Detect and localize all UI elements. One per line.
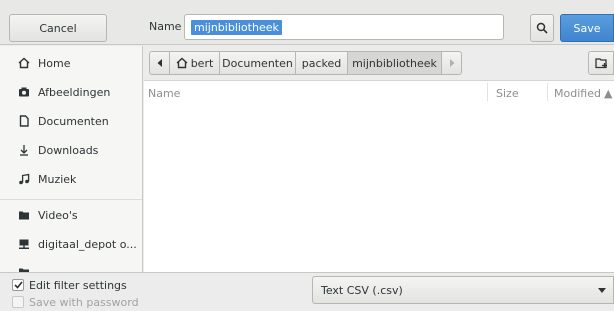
sidebar-item-muziek[interactable]: Muziek bbox=[0, 165, 142, 193]
filename-input[interactable]: mijnbibliotheek bbox=[184, 14, 504, 40]
chevron-left-icon bbox=[157, 59, 162, 67]
sidebar-item-label: Documenten bbox=[38, 114, 109, 128]
sidebar-item-label: Afbeeldingen bbox=[38, 85, 111, 99]
path-back-button[interactable] bbox=[149, 51, 170, 75]
search-button[interactable] bbox=[530, 14, 554, 42]
sidebar-separator bbox=[0, 199, 142, 200]
column-separator bbox=[487, 83, 488, 101]
path-segment-packed[interactable]: packed bbox=[295, 51, 348, 75]
path-segment-label: packed bbox=[301, 56, 342, 70]
sidebar-item-label: Home bbox=[38, 56, 71, 70]
path-bar: bert Documenten packed mijnbibliotheek bbox=[144, 46, 614, 80]
sidebar-item-downloads[interactable]: Downloads bbox=[0, 136, 142, 164]
home-icon bbox=[176, 57, 188, 69]
network-drive-icon bbox=[17, 237, 31, 251]
search-icon bbox=[536, 22, 548, 34]
save-password-label: Save with password bbox=[29, 296, 139, 309]
camera-icon bbox=[17, 85, 31, 99]
save-password-checkbox[interactable] bbox=[12, 296, 24, 308]
folder-icon bbox=[17, 265, 31, 272]
home-icon bbox=[17, 56, 31, 70]
path-forward-button[interactable] bbox=[441, 51, 462, 75]
path-segment-label: bert bbox=[190, 56, 214, 70]
sidebar-item-label: Downloads bbox=[38, 143, 99, 157]
sidebar-item-home[interactable]: Home bbox=[0, 49, 142, 77]
column-separator bbox=[547, 83, 548, 101]
checkmark-icon bbox=[13, 281, 23, 289]
document-icon bbox=[17, 114, 31, 128]
new-folder-icon bbox=[594, 58, 607, 69]
column-header-name[interactable]: Name bbox=[148, 87, 180, 100]
chevron-down-icon bbox=[598, 288, 606, 293]
filetype-select[interactable]: Text CSV (.csv) bbox=[312, 276, 614, 304]
sidebar-item-label: Video's bbox=[38, 208, 78, 222]
path-segment-documenten[interactable]: Documenten bbox=[219, 51, 296, 75]
new-folder-button[interactable] bbox=[588, 51, 614, 75]
header-bar: Cancel Name mijnbibliotheek Save bbox=[0, 0, 614, 45]
path-segment-bert[interactable]: bert bbox=[169, 51, 220, 75]
edit-filter-checkbox[interactable] bbox=[12, 279, 24, 291]
sidebar-item-afbeeldingen[interactable]: Afbeeldingen bbox=[0, 78, 142, 106]
sidebar-item-videos[interactable]: Video's bbox=[0, 201, 142, 229]
sidebar-item-documenten[interactable]: Documenten bbox=[0, 107, 142, 135]
path-segment-label: mijnbibliotheek bbox=[352, 56, 437, 70]
save-button[interactable]: Save bbox=[560, 14, 614, 42]
file-list[interactable]: Name Size Modified ▲ bbox=[144, 80, 614, 272]
sidebar-item-partial[interactable] bbox=[0, 258, 142, 272]
places-sidebar: Home Afbeeldingen Documenten Downloads M… bbox=[0, 46, 143, 272]
music-icon bbox=[17, 172, 31, 186]
column-header-modified[interactable]: Modified bbox=[554, 87, 601, 100]
filetype-value: Text CSV (.csv) bbox=[321, 283, 403, 297]
edit-filter-label: Edit filter settings bbox=[29, 279, 127, 292]
folder-icon bbox=[17, 208, 31, 222]
chevron-right-icon bbox=[449, 59, 454, 67]
cancel-button[interactable]: Cancel bbox=[9, 14, 107, 42]
sort-ascending-icon: ▲ bbox=[604, 87, 613, 100]
column-header-size[interactable]: Size bbox=[496, 87, 519, 100]
download-icon bbox=[17, 143, 31, 157]
path-segment-label: Documenten bbox=[222, 56, 293, 70]
sidebar-item-label: digitaal_depot o... bbox=[38, 237, 137, 251]
name-label: Name bbox=[149, 20, 182, 33]
path-segment-mijnbibliotheek[interactable]: mijnbibliotheek bbox=[347, 51, 442, 75]
sidebar-item-label: Muziek bbox=[38, 172, 77, 186]
sidebar-item-digitaal-depot[interactable]: digitaal_depot o... bbox=[0, 230, 142, 258]
filename-value: mijnbibliotheek bbox=[191, 20, 282, 35]
